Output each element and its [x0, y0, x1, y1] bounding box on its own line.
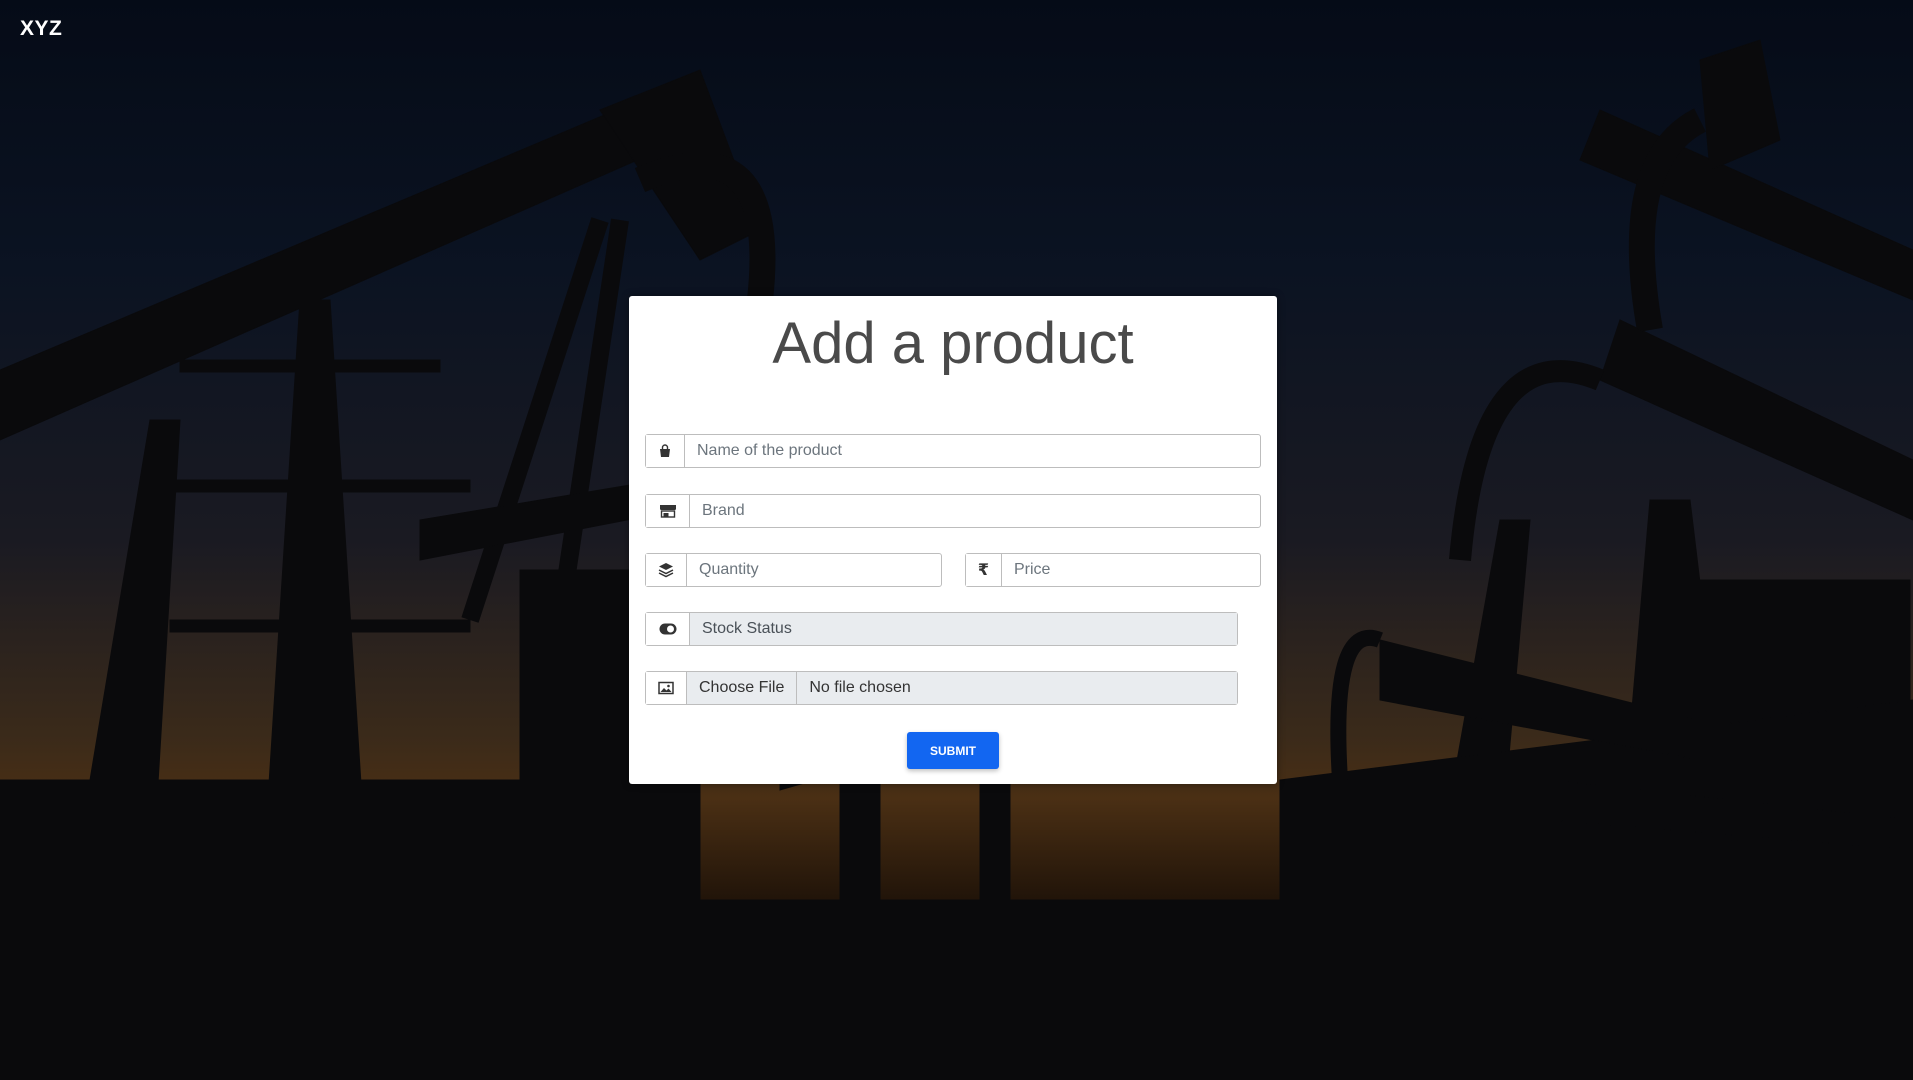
price-input[interactable]	[1002, 554, 1260, 586]
toggle-icon	[646, 613, 690, 645]
file-status-text: No file chosen	[797, 672, 1237, 704]
quantity-group	[645, 553, 942, 587]
store-icon	[646, 495, 690, 527]
quantity-input[interactable]	[687, 554, 941, 586]
rupee-icon: ₹	[966, 554, 1002, 586]
image-upload-group: Choose File No file chosen	[645, 671, 1238, 705]
stock-status-group: Stock Status	[645, 612, 1238, 646]
layers-icon	[646, 554, 687, 586]
brand-group	[645, 494, 1261, 528]
image-icon	[646, 672, 687, 704]
shopping-bag-icon	[646, 435, 685, 467]
price-group: ₹	[965, 553, 1261, 587]
product-name-group	[645, 434, 1261, 468]
add-product-card: Add a product ₹ Stock Status	[629, 296, 1277, 784]
choose-file-button[interactable]: Choose File	[687, 672, 798, 704]
stock-status-select[interactable]: Stock Status	[690, 613, 1237, 645]
submit-button[interactable]: SUBMIT	[907, 732, 999, 769]
brand-logo[interactable]: XYZ	[20, 17, 62, 41]
brand-input[interactable]	[690, 495, 1260, 527]
page-title: Add a product	[772, 311, 1134, 376]
product-name-input[interactable]	[685, 435, 1260, 467]
